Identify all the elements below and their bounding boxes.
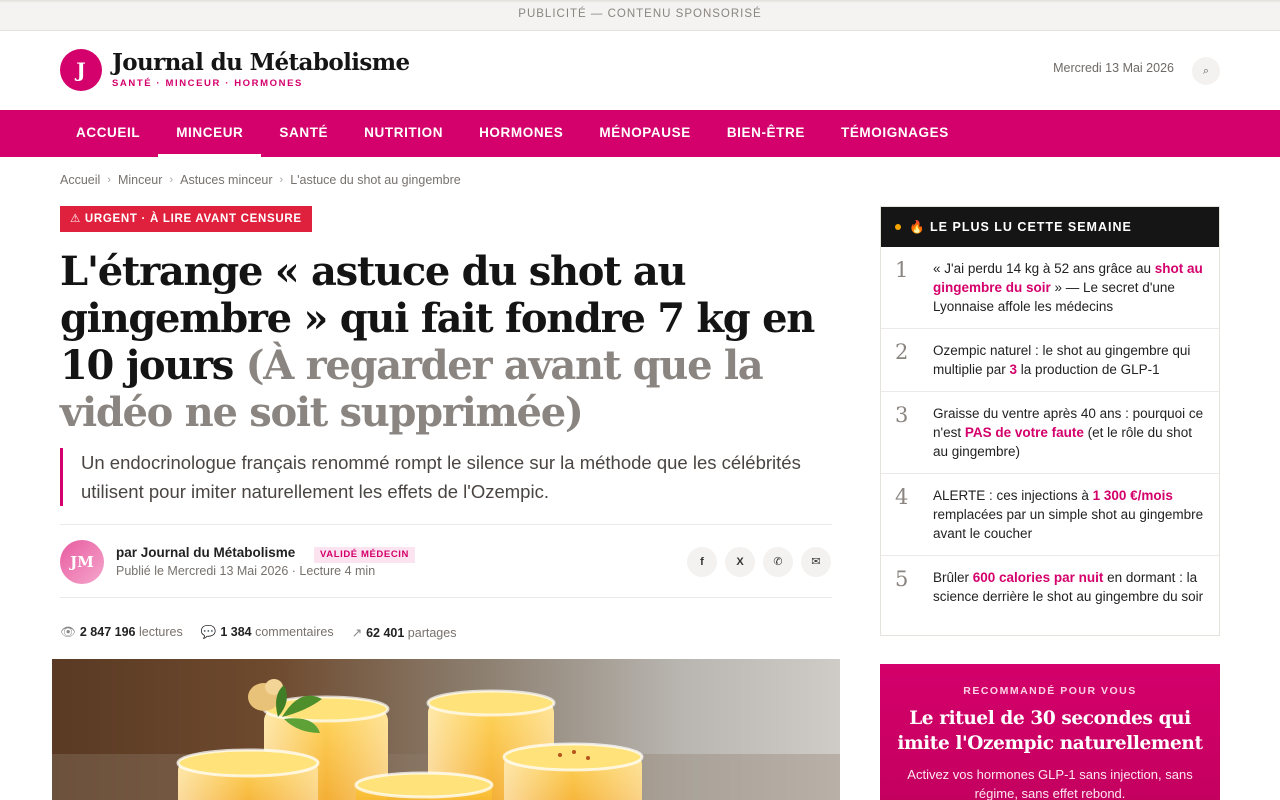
eye-icon: 👁 (60, 625, 76, 639)
breadcrumb: Accueil › Minceur › Astuces minceur › L'… (60, 173, 461, 187)
comments-stat[interactable]: 💬 1 384 commentaires (201, 625, 334, 640)
site-name[interactable]: Journal du Métabolisme (112, 49, 410, 76)
nav-item-nutrition[interactable]: NUTRITION (346, 110, 461, 157)
avatar: JM (60, 540, 104, 584)
shares-count: 62 401 (366, 626, 405, 640)
nav-item-accueil[interactable]: ACCUEIL (58, 110, 158, 157)
comments-count: 1 384 (220, 625, 252, 639)
nav-item-menopause[interactable]: MÉNOPAUSE (581, 110, 708, 157)
email-share-icon[interactable]: ✉ (801, 547, 831, 577)
site-header: J Journal du Métabolisme SANTÉ · MINCEUR… (0, 31, 1280, 110)
comment-icon: 💬 (200, 625, 217, 639)
verified-badge: VALIDÉ MÉDECIN (314, 547, 415, 563)
nav-item-temoignages[interactable]: TÉMOIGNAGES (823, 110, 967, 157)
breadcrumb-astuces[interactable]: Astuces minceur (180, 173, 272, 187)
reads-stat: 👁 2 847 196 lectures (60, 625, 183, 640)
article-standfirst: Un endocrinologue français renommé rompt… (60, 448, 832, 506)
most-read-title: 🔥 LE PLUS LU CETTE SEMAINE (909, 220, 1132, 234)
rank-number: 5 (895, 567, 909, 591)
breadcrumb-separator: › (279, 174, 284, 186)
item-text: ALERTE : ces injections à (933, 488, 1093, 503)
reads-label: lectures (138, 625, 183, 639)
item-highlight: 3 (1009, 362, 1018, 377)
item-highlight: PAS de votre faute (964, 425, 1084, 440)
shares-stat: ↗ 62 401 partages (352, 625, 457, 640)
rank-number: 3 (895, 403, 909, 427)
promo-text: Activez vos hormones GLP-1 sans injectio… (907, 767, 1193, 800)
promo-label: RECOMMANDÉ POUR VOUS (963, 685, 1137, 697)
item-text: « J'ai perdu 14 kg à 52 ans grâce au (933, 261, 1155, 276)
x-share-icon[interactable]: X (725, 547, 755, 577)
breadcrumb-separator: › (169, 174, 174, 186)
search-icon[interactable]: ⌕ (1192, 57, 1220, 85)
nav-item-sante[interactable]: SANTÉ (261, 110, 346, 157)
rank-number: 2 (895, 340, 909, 364)
nav-item-bien-etre[interactable]: BIEN-ÊTRE (709, 110, 823, 157)
whatsapp-share-icon[interactable]: ✆ (763, 547, 793, 577)
share-icon: ↗ (351, 626, 363, 640)
item-text: la production de GLP-1 (1017, 362, 1160, 377)
nav-item-minceur[interactable]: MINCEUR (158, 110, 262, 157)
breadcrumb-accueil[interactable]: Accueil (60, 173, 100, 187)
sponsored-bar: PUBLICITÉ — CONTENU SPONSORISÉ (0, 0, 1280, 31)
nav-item-hormones[interactable]: HORMONES (461, 110, 581, 157)
hero-image (52, 659, 840, 800)
item-text: Brûler (933, 570, 973, 585)
main-nav: ACCUEIL MINCEUR SANTÉ NUTRITION HORMONES… (0, 110, 1280, 157)
most-read-widget: 🔥 LE PLUS LU CETTE SEMAINE 1 « J'ai perd… (880, 206, 1220, 636)
rank-number: 4 (895, 485, 909, 509)
list-item[interactable]: 3 Graisse du ventre après 40 ans : pourq… (881, 392, 1219, 474)
live-dot-icon (895, 223, 901, 230)
reads-count: 2 847 196 (79, 625, 136, 639)
author-name[interactable]: par Journal du Métabolisme (116, 545, 295, 560)
list-item[interactable]: 4 ALERTE : ces injections à 1 300 €/mois… (881, 474, 1219, 556)
breadcrumb-current: L'astuce du shot au gingembre (290, 173, 461, 187)
article-headline: L'étrange « astuce du shot au gingembre … (60, 248, 840, 436)
list-item[interactable]: 5 Brûler 600 calories par nuit en dorman… (881, 556, 1219, 618)
sponsored-label: PUBLICITÉ — CONTENU SPONSORISÉ (518, 8, 762, 20)
promo-title[interactable]: Le rituel de 30 secondes qui imite l'Oze… (894, 706, 1206, 756)
item-highlight: 1 300 €/mois (1092, 488, 1173, 503)
header-date: Mercredi 13 Mai 2026 (1053, 61, 1174, 75)
article-stats: 👁 2 847 196 lectures 💬 1 384 commentaires … (60, 625, 474, 640)
publish-info: Publié le Mercredi 13 Mai 2026 · Lecture… (116, 564, 376, 578)
urgent-badge: ⚠ URGENT · À LIRE AVANT CENSURE (60, 206, 312, 232)
recommended-promo[interactable]: RECOMMANDÉ POUR VOUS Le rituel de 30 sec… (880, 664, 1220, 800)
logo-icon[interactable]: J (60, 49, 102, 91)
breadcrumb-separator: › (107, 174, 111, 186)
item-text: remplacées par un simple shot au gingemb… (933, 507, 1204, 541)
ginger-shots-illustration (52, 679, 840, 800)
list-item[interactable]: 1 « J'ai perdu 14 kg à 52 ans grâce au s… (881, 247, 1219, 329)
most-read-header: 🔥 LE PLUS LU CETTE SEMAINE (881, 207, 1219, 247)
comments-label: commentaires (255, 625, 334, 639)
item-highlight: 600 calories par nuit (972, 570, 1104, 585)
shares-label: partages (407, 626, 457, 640)
facebook-share-icon[interactable]: f (687, 547, 717, 577)
site-tagline: SANTÉ · MINCEUR · HORMONES (112, 78, 303, 89)
list-item[interactable]: 2 Ozempic naturel : le shot au gingembre… (881, 329, 1219, 392)
byline: JM par Journal du Métabolisme VALIDÉ MÉD… (60, 524, 832, 598)
rank-number: 1 (895, 258, 909, 282)
breadcrumb-minceur[interactable]: Minceur (118, 173, 162, 187)
